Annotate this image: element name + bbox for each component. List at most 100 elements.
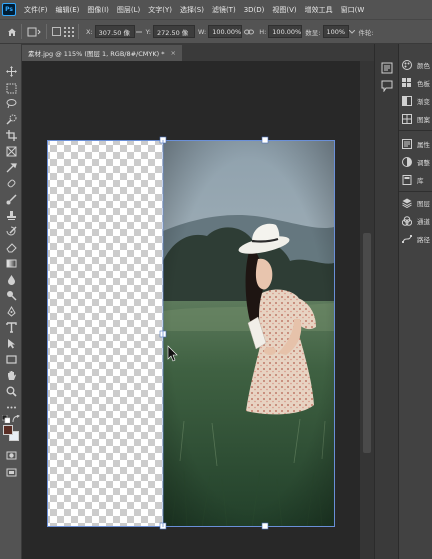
panel-paths[interactable]: 路径 — [402, 231, 430, 247]
document-canvas[interactable] — [22, 61, 360, 559]
panel-paths-label: 路径 — [417, 236, 430, 244]
pattern-icon — [402, 114, 412, 124]
quick-mask-icon[interactable] — [3, 448, 19, 462]
menu-layer[interactable]: 图层(L) — [113, 5, 144, 15]
panel-layers[interactable]: 图层 — [402, 195, 430, 211]
rectangle-tool-icon[interactable] — [3, 352, 19, 366]
marquee-tool-icon[interactable] — [3, 81, 19, 95]
scrollbar-thumb[interactable] — [363, 233, 371, 453]
more-label: 件轮: — [358, 28, 374, 37]
transparent-area — [47, 140, 163, 527]
menu-bar: Ps 文件(F) 编辑(E) 图像(I) 图层(L) 文字(Y) 选择(S) 滤… — [0, 0, 432, 19]
y-input[interactable]: 272.50 像 — [152, 25, 195, 38]
zoom-tool-icon[interactable] — [3, 384, 19, 398]
history-brush-tool-icon[interactable] — [3, 224, 19, 238]
eraser-tool-icon[interactable] — [3, 240, 19, 254]
frame-tool-icon[interactable] — [3, 144, 19, 158]
x-label: X: — [86, 27, 93, 36]
menu-edit[interactable]: 编辑(E) — [52, 5, 84, 15]
swap-colors-icon[interactable] — [12, 415, 20, 423]
relative-position-icon[interactable] — [135, 27, 143, 37]
quick-select-tool-icon[interactable] — [3, 112, 19, 126]
panel-divider — [399, 191, 432, 192]
document-tab-title: 素材.jpg @ 115% (图层 1, RGB/8#/CMYK) * — [28, 50, 165, 58]
pen-tool-icon[interactable] — [3, 304, 19, 318]
panel-patterns-label: 图案 — [417, 116, 430, 124]
opacity-label: 数显: — [305, 28, 321, 37]
hand-tool-icon[interactable] — [3, 368, 19, 382]
paths-icon — [402, 234, 412, 244]
adjustments-icon — [402, 157, 412, 167]
default-colors-icon[interactable] — [2, 415, 10, 423]
menu-3d[interactable]: 3D(D) — [240, 6, 269, 14]
color-palette-icon — [402, 60, 412, 70]
menu-filter[interactable]: 滤镜(T) — [208, 5, 240, 15]
collapsed-panel-strip — [374, 44, 398, 559]
height-input[interactable]: 100.00% — [268, 25, 303, 38]
photoshop-logo: Ps — [2, 3, 16, 16]
foreground-color-swatch[interactable] — [3, 425, 13, 435]
panel-divider — [399, 130, 432, 131]
h-label: H: — [259, 27, 267, 36]
panel-properties-label: 属性 — [417, 141, 430, 149]
menu-file[interactable]: 文件(F) — [20, 5, 52, 15]
history-icon[interactable] — [381, 62, 393, 74]
reference-point-grid-icon[interactable] — [64, 26, 74, 37]
menu-type[interactable]: 文字(Y) — [144, 5, 176, 15]
panel-swatches[interactable]: 色板 — [402, 75, 430, 91]
panel-libraries-label: 库 — [417, 177, 424, 185]
type-tool-icon[interactable] — [3, 320, 19, 334]
panel-layers-label: 图层 — [417, 200, 430, 208]
opacity-input[interactable]: 100% — [322, 25, 349, 38]
menu-view[interactable]: 视图(V) — [268, 5, 300, 15]
panel-color-label: 颜色 — [417, 62, 430, 70]
screen-mode-icon[interactable] — [3, 465, 19, 479]
photo-layer — [163, 140, 334, 528]
path-selection-tool-icon[interactable] — [3, 336, 19, 350]
dodge-tool-icon[interactable] — [3, 288, 19, 302]
x-input[interactable]: 307.50 像 — [94, 25, 135, 38]
comments-icon[interactable] — [381, 80, 393, 93]
options-bar: X: 307.50 像 Y: 272.50 像 W: 100.00% H: 10… — [0, 19, 432, 44]
gradient-tool-icon[interactable] — [3, 256, 19, 270]
panel-color[interactable]: 颜色 — [402, 57, 430, 73]
menu-plugins[interactable]: 增效工具 — [301, 5, 337, 15]
crop-tool-icon[interactable] — [3, 128, 19, 142]
transform-tool-icon[interactable] — [26, 27, 42, 37]
panel-properties[interactable]: 属性 — [402, 136, 430, 152]
move-tool-icon[interactable] — [3, 64, 19, 78]
reference-point-checkbox-icon[interactable] — [51, 27, 61, 37]
eyedropper-tool-icon[interactable] — [3, 160, 19, 174]
lasso-tool-icon[interactable] — [3, 96, 19, 110]
link-icon[interactable] — [244, 27, 255, 37]
panel-patterns[interactable]: 图案 — [402, 111, 430, 127]
vertical-scrollbar[interactable] — [360, 61, 374, 559]
panel-channels[interactable]: 通道 — [402, 213, 430, 229]
home-icon[interactable] — [7, 27, 17, 37]
channels-icon — [402, 216, 412, 226]
blur-tool-icon[interactable] — [3, 272, 19, 286]
chevron-down-icon[interactable] — [349, 27, 356, 37]
panel-libraries[interactable]: 库 — [402, 172, 424, 188]
more-tools-icon[interactable] — [3, 400, 19, 414]
properties-icon — [402, 139, 412, 149]
panel-gradients-label: 渐变 — [417, 98, 430, 106]
menu-image[interactable]: 图像(I) — [83, 5, 113, 15]
close-icon[interactable]: × — [170, 49, 175, 57]
brush-tool-icon[interactable] — [3, 192, 19, 206]
panel-adjustments-label: 调整 — [417, 159, 430, 167]
clone-stamp-tool-icon[interactable] — [3, 208, 19, 222]
panel-channels-label: 通道 — [417, 218, 430, 226]
divider — [21, 24, 22, 39]
swatches-icon — [402, 78, 412, 88]
document-tab[interactable]: 素材.jpg @ 115% (图层 1, RGB/8#/CMYK) * × — [22, 45, 182, 61]
menu-select[interactable]: 选择(S) — [176, 5, 208, 15]
canvas-area[interactable] — [22, 61, 360, 559]
panel-gradients[interactable]: 渐变 — [402, 93, 430, 109]
panel-adjustments[interactable]: 调整 — [402, 154, 430, 170]
menu-window[interactable]: 窗口(W — [337, 5, 369, 15]
divider — [46, 24, 47, 39]
width-input[interactable]: 100.00% — [208, 25, 243, 38]
healing-brush-tool-icon[interactable] — [3, 176, 19, 190]
right-panels: 颜色 色板 渐变 图案 属性 调整 库 图层 通道 路径 — [398, 44, 432, 559]
